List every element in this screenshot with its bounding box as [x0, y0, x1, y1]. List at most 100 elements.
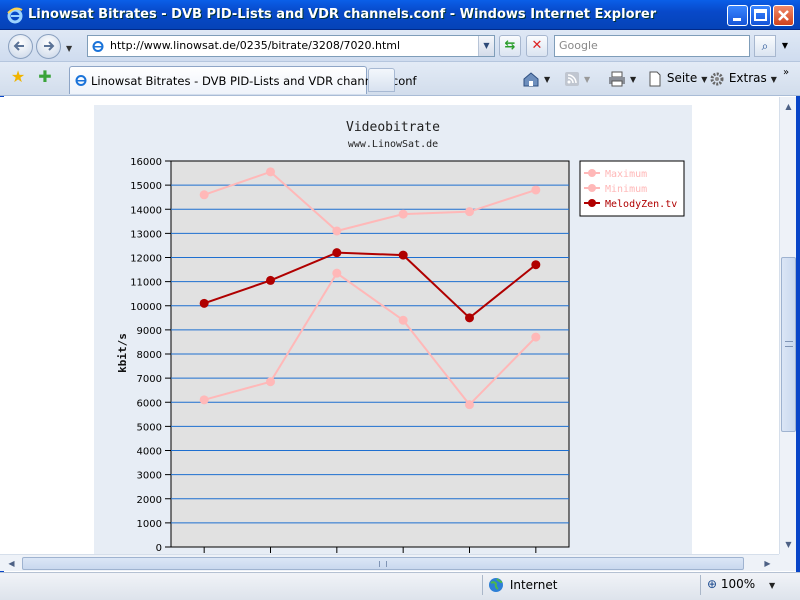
scroll-right-icon[interactable]: ▶ [760, 556, 775, 571]
legend-label: MelodyZen.tv [605, 199, 677, 210]
security-zone[interactable]: Internet [488, 577, 557, 593]
y-tick-label: 16000 [130, 157, 162, 168]
tab-linowsat[interactable]: Linowsat Bitrates - DVB PID-Lists and VD… [69, 66, 417, 94]
zone-label: Internet [509, 577, 558, 592]
y-tick-label: 15000 [130, 181, 162, 192]
vertical-scroll-thumb[interactable] [781, 257, 796, 432]
back-arrow-icon [13, 41, 24, 51]
chart-title: Videobitrate [346, 120, 440, 135]
bitrate-chart: Videobitrate www.LinowSat.de kbit/s 0 100… [116, 120, 685, 554]
forward-button[interactable] [36, 34, 61, 59]
status-separator [482, 575, 483, 595]
data-point [531, 185, 541, 195]
status-separator [700, 575, 701, 595]
home-button[interactable]: ▼ [522, 67, 550, 89]
forward-arrow-icon [44, 41, 55, 51]
vertical-scrollbar[interactable]: ▲ ▼ [779, 97, 796, 554]
add-favorites-icon[interactable]: ✚ [36, 68, 54, 86]
scrollbar-corner [779, 554, 796, 571]
legend-label: Minimum [605, 184, 647, 195]
data-point [266, 167, 275, 177]
maximize-button[interactable] [750, 5, 771, 26]
horizontal-scrollbar[interactable]: ◀ ▶ [0, 554, 779, 571]
search-options-dropdown-icon[interactable]: ▼ [778, 35, 792, 57]
data-point [266, 275, 275, 285]
close-window-button[interactable] [773, 5, 794, 26]
tools-menu-button[interactable]: Extras ▼ [709, 67, 777, 89]
data-point [398, 250, 408, 260]
address-field[interactable]: http://www.linowsat.de/0235/bitrate/3208… [87, 35, 495, 57]
y-axis-label: kbit/s [116, 333, 129, 373]
back-button[interactable] [8, 34, 33, 59]
legend-label: Maximum [605, 169, 647, 180]
search-input[interactable]: Google [554, 35, 750, 57]
tools-menu-label: Extras [728, 71, 767, 85]
new-tab-button[interactable] [368, 68, 395, 92]
favorites-star-icon[interactable]: ★ [9, 68, 27, 86]
y-tick-label: 10000 [130, 302, 162, 313]
data-point [266, 377, 275, 387]
page-ie-icon [92, 41, 104, 52]
search-icon: ⌕ [761, 39, 769, 53]
page-menu-button[interactable]: Seite ▼ [647, 67, 707, 89]
y-tick-label: 14000 [130, 205, 162, 216]
y-tick-label: 2000 [137, 495, 162, 506]
zoom-control[interactable]: ⊕ 100% ▼ [707, 577, 775, 591]
history-dropdown-icon[interactable]: ▼ [66, 44, 72, 53]
y-tick-label: 4000 [137, 447, 162, 458]
feeds-button[interactable]: ▼ [564, 67, 590, 89]
tab-ie-icon [75, 75, 87, 86]
maximize-icon [754, 9, 767, 21]
data-point [465, 207, 474, 217]
globe-icon [489, 578, 503, 592]
page-icon [649, 71, 661, 86]
search-button[interactable]: ⌕ [754, 35, 776, 57]
y-tick-label: 6000 [137, 398, 162, 409]
y-tick-label: 3000 [137, 471, 162, 482]
y-tick-label: 13000 [130, 229, 162, 240]
data-point [332, 248, 342, 258]
page-menu-label: Seite [666, 71, 698, 85]
zoom-dropdown-icon[interactable]: ▼ [769, 581, 775, 590]
data-point [199, 190, 209, 200]
status-bar [0, 572, 800, 600]
legend-swatch-marker [588, 199, 596, 207]
data-point [531, 332, 541, 342]
stop-button[interactable]: ✕ [526, 35, 548, 57]
zoom-icon: ⊕ [707, 577, 718, 591]
gear-icon [710, 72, 724, 85]
legend-swatch-marker [588, 169, 596, 177]
plot-area: 0 1000 2000 3000 4000 5000 6000 7000 8000 9000 100… [130, 157, 570, 554]
y-tick-label: 7000 [137, 374, 162, 385]
ie-logo-icon [7, 7, 23, 24]
scroll-down-icon[interactable]: ▼ [781, 537, 796, 552]
minimize-icon [733, 18, 741, 21]
data-point [398, 315, 408, 325]
y-tick-label: 5000 [137, 422, 162, 433]
window-title: Linowsat Bitrates - DVB PID-Lists and VD… [28, 7, 657, 22]
legend-swatch-marker [588, 184, 596, 192]
toolbar-overflow-icon[interactable]: » [783, 62, 789, 84]
data-point [332, 226, 342, 236]
data-point [465, 400, 474, 410]
scroll-left-icon[interactable]: ◀ [4, 556, 19, 571]
data-point [199, 298, 209, 308]
data-point [531, 260, 541, 270]
zoom-level: 100% [720, 577, 756, 591]
y-tick-label: 1000 [137, 519, 162, 530]
refresh-button[interactable]: ⇆ [499, 35, 521, 57]
rss-feed-icon [565, 71, 579, 86]
y-tick-label: 9000 [137, 326, 162, 337]
window-border-right [796, 30, 800, 600]
url-text: http://www.linowsat.de/0235/bitrate/3208… [110, 39, 401, 52]
print-button[interactable]: ▼ [608, 67, 636, 89]
address-dropdown-icon[interactable]: ▼ [478, 36, 494, 56]
close-icon [778, 10, 789, 21]
horizontal-scroll-thumb[interactable] [22, 557, 744, 570]
minimize-button[interactable] [727, 5, 748, 26]
refresh-icon: ⇆ [504, 38, 516, 53]
stop-icon: ✕ [531, 38, 543, 53]
title-bar: Linowsat Bitrates - DVB PID-Lists and VD… [0, 0, 800, 30]
scroll-up-icon[interactable]: ▲ [781, 99, 796, 114]
y-tick-label: 11000 [130, 278, 162, 289]
